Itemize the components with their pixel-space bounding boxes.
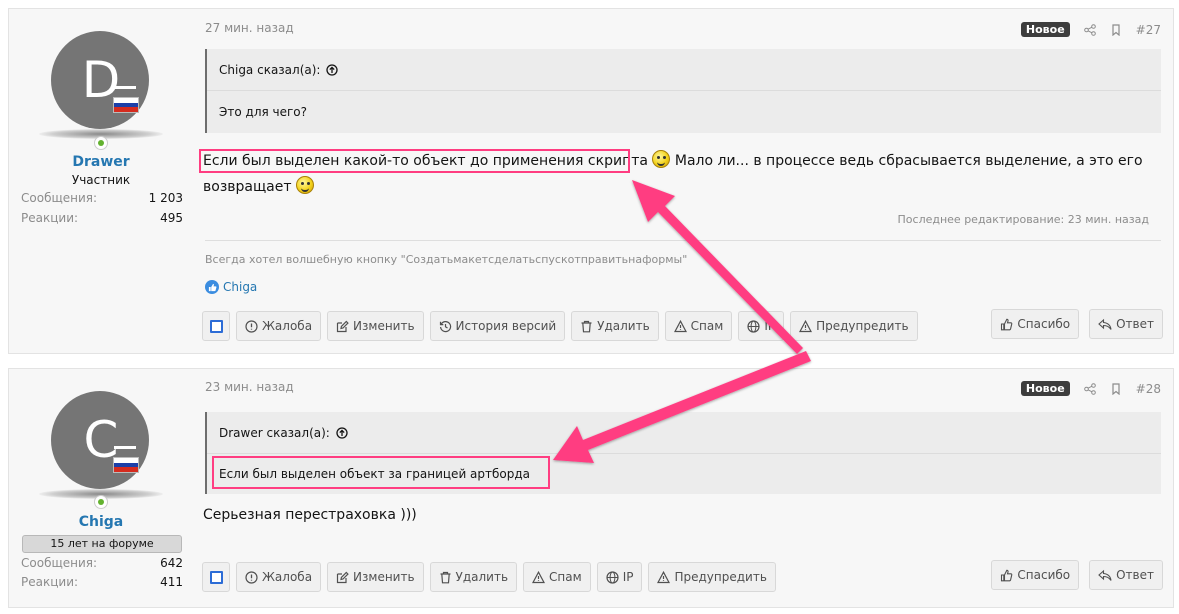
stat-messages: Сообщения: 1 203 [21, 191, 183, 205]
reply-icon [1098, 569, 1112, 581]
trash-icon [581, 320, 592, 332]
message-text-2: Мало ли... в процессе ведь сбрасывается … [674, 153, 1143, 169]
warning-circle-icon [245, 319, 258, 333]
quote-author[interactable]: Drawer сказал(а): [219, 426, 330, 440]
checkbox-icon [209, 319, 223, 333]
spam-button[interactable]: Спам [523, 562, 591, 592]
post-time[interactable]: 23 мин. назад [205, 380, 294, 394]
avatar-letter: C [83, 411, 119, 469]
arrow-up-circle-icon[interactable] [326, 63, 339, 76]
post-actions-right: Спасибо Ответ [991, 309, 1163, 339]
arrow-up-circle-icon[interactable] [336, 426, 348, 439]
edit-icon [336, 571, 349, 583]
checkbox-icon [209, 570, 223, 584]
spam-button[interactable]: Спам [664, 311, 733, 341]
post-time[interactable]: 27 мин. назад [205, 21, 294, 35]
avatar[interactable]: D [51, 31, 149, 129]
user-title: Участник [71, 173, 131, 187]
username[interactable]: Drawer [9, 154, 193, 170]
russia-flag-icon [113, 457, 139, 473]
post-number[interactable]: #28 [1136, 382, 1161, 396]
quote-block: Chiga сказал(а): Это для чего? [205, 49, 1161, 133]
smiley-icon [652, 150, 671, 168]
share-icon[interactable] [1083, 382, 1096, 395]
stat-reactions: Реакции: 495 [21, 211, 183, 225]
delete-button[interactable]: Удалить [429, 562, 518, 592]
globe-icon [747, 319, 760, 333]
username[interactable]: Chiga [9, 514, 193, 530]
delete-button[interactable]: Удалить [571, 311, 659, 341]
post-meta: Новое #27 [1020, 22, 1161, 37]
reply-button[interactable]: Ответ [1089, 560, 1163, 590]
reply-icon [1098, 318, 1112, 330]
post-number[interactable]: #27 [1136, 23, 1161, 37]
bookmark-icon[interactable] [1110, 382, 1122, 395]
smiley-icon [295, 176, 314, 194]
quote-text: Это для чего? [219, 105, 308, 119]
edit-button[interactable]: Изменить [327, 562, 424, 592]
like-icon [205, 280, 219, 294]
warning-circle-icon [245, 570, 258, 584]
new-badge: Новое [1020, 22, 1070, 37]
stat-reactions: Реакции: 411 [21, 575, 183, 589]
edit-icon [336, 320, 349, 332]
like-button[interactable]: Спасибо [991, 309, 1080, 339]
quote-author[interactable]: Chiga сказал(а): [219, 63, 320, 77]
like-button[interactable]: Спасибо [991, 560, 1080, 590]
edit-button[interactable]: Изменить [327, 311, 424, 341]
online-status-icon [94, 495, 108, 509]
divider [205, 240, 1161, 241]
history-button[interactable]: История версий [429, 311, 566, 341]
post-27: D Drawer Участник Сообщения: 1 203 Реакц… [8, 8, 1174, 354]
online-status-icon [94, 136, 108, 150]
select-checkbox[interactable] [202, 562, 230, 592]
report-button[interactable]: Жалоба [236, 562, 322, 592]
post-actions: Жалоба Изменить История версий Удалить С… [202, 311, 918, 341]
ip-button[interactable]: IP [738, 311, 785, 341]
trash-icon [440, 571, 451, 583]
warn-button[interactable]: Предупредить [648, 562, 776, 592]
reply-button[interactable]: Ответ [1089, 309, 1163, 339]
message-text-3: возвращает [203, 179, 292, 195]
ip-button[interactable]: IP [596, 562, 643, 592]
warning-icon [657, 570, 671, 583]
warning-icon [532, 570, 546, 583]
globe-icon [606, 570, 619, 584]
user-banner: 15 лет на форуме [22, 535, 182, 553]
post-actions-right: Спасибо Ответ [991, 560, 1163, 590]
like-icon [1001, 569, 1013, 581]
avatar[interactable]: C [51, 391, 149, 489]
post-actions: Жалоба Изменить Удалить Спам IP Предупре… [202, 562, 776, 592]
reaction-user[interactable]: Chiga [223, 280, 257, 294]
warning-icon [673, 319, 687, 332]
new-badge: Новое [1020, 381, 1070, 396]
warn-button[interactable]: Предупредить [790, 311, 918, 341]
edit-note[interactable]: Последнее редактирование: 23 мин. назад [898, 213, 1149, 226]
user-info: D Drawer Участник Сообщения: 1 203 Реакц… [9, 9, 199, 353]
user-info: C Chiga 15 лет на форуме Сообщения: 642 … [9, 369, 199, 607]
like-icon [1001, 318, 1013, 330]
russia-flag-icon [113, 97, 139, 113]
stat-messages: Сообщения: 642 [21, 556, 183, 570]
report-button[interactable]: Жалоба [236, 311, 322, 341]
reaction-bar[interactable]: Chiga [205, 280, 257, 294]
signature: Всегда хотел волшебную кнопку "Создатьма… [205, 253, 688, 266]
highlight-box [199, 149, 630, 173]
bookmark-icon[interactable] [1110, 23, 1122, 36]
warning-icon [799, 319, 813, 332]
highlight-box [212, 456, 550, 489]
message-body: Серьезная перестраховка ))) [203, 507, 417, 523]
post-28: C Chiga 15 лет на форуме Сообщения: 642 … [8, 368, 1174, 608]
post-meta: Новое #28 [1020, 381, 1161, 396]
history-icon [439, 320, 451, 332]
share-icon[interactable] [1083, 23, 1096, 36]
select-checkbox[interactable] [202, 311, 230, 341]
